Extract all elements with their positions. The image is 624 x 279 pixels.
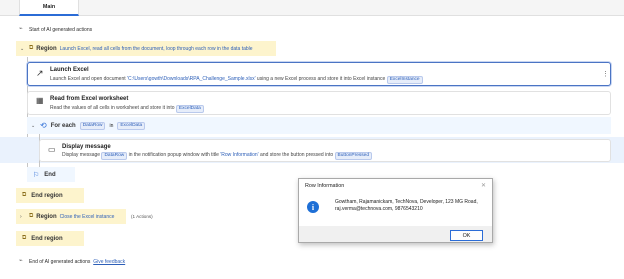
- variable-chip[interactable]: ButtonPressed: [334, 152, 373, 160]
- end-region-label: End region: [31, 235, 63, 242]
- action-launch-excel[interactable]: ↗ Launch Excel Launch Excel and open doc…: [27, 62, 611, 86]
- desc-text: and store the button pressed into: [258, 152, 335, 158]
- action-count: (1 Actions): [131, 214, 153, 219]
- end-region[interactable]: ⧉ End region: [16, 231, 84, 246]
- region-icon: ⧉: [22, 235, 27, 241]
- comment-icon: ⌁: [19, 258, 23, 264]
- tab-main[interactable]: Main: [19, 0, 79, 16]
- loop-icon: ⟲: [40, 121, 47, 130]
- action-description: Display message DataRow in the notificat…: [62, 152, 373, 160]
- end-region-label: End region: [31, 192, 63, 199]
- arrow-up-right-icon: ↗: [36, 68, 44, 78]
- variable-chip[interactable]: ExcelData: [175, 105, 204, 113]
- dialog-body: i Gowtham, Rajamanickam, TechNova, Devel…: [299, 193, 492, 226]
- action-read-excel[interactable]: ▦ Read from Excel worksheet Read the val…: [27, 91, 611, 115]
- end-loop[interactable]: ⚐ End: [27, 167, 75, 182]
- desc-text: Display message: [62, 152, 102, 158]
- region-close-excel[interactable]: › ⧉ Region Close the Excel instance: [16, 209, 126, 224]
- info-icon: i: [307, 201, 319, 213]
- region-icon: ⧉: [22, 192, 27, 198]
- ok-button[interactable]: OK: [450, 230, 483, 241]
- comment-icon: ⌁: [19, 26, 23, 32]
- region-description: Launch Excel, read all cells from the do…: [59, 45, 253, 52]
- variable-chip[interactable]: ExcelData: [117, 121, 146, 130]
- variable-chip[interactable]: DataRow: [101, 152, 128, 160]
- dialog-title: Row Information: [305, 183, 345, 189]
- desc-text: using a new Excel process and store it i…: [255, 76, 387, 82]
- chevron-down-icon[interactable]: ⌄: [20, 46, 26, 52]
- start-comment-text: Start of AI generated actions: [29, 27, 93, 33]
- chevron-down-icon[interactable]: ⌄: [31, 123, 36, 129]
- action-title: Read from Excel worksheet: [50, 96, 129, 102]
- desc-text: Read the values of all cells in workshee…: [50, 105, 176, 111]
- file-path: 'C:\Users\gowth\Downloads\RPA_Challenge_…: [127, 76, 256, 82]
- close-icon[interactable]: ✕: [481, 182, 486, 189]
- loop-keyword: For each: [50, 122, 76, 129]
- end-comment-label: End of AI generated actions: [29, 259, 91, 265]
- end-region[interactable]: ⧉ End region: [16, 188, 84, 203]
- in-label: in: [109, 122, 114, 129]
- region-icon: ⧉: [29, 213, 34, 219]
- region-launch-excel[interactable]: ⌄ ⧉ Region Launch Excel, read all cells …: [16, 41, 276, 56]
- end-label: End: [44, 171, 56, 178]
- region-description: Close the Excel instance: [59, 213, 115, 220]
- message-dialog: Row Information ✕ i Gowtham, Rajamanicka…: [298, 178, 493, 243]
- dialog-message: Gowtham, Rajamanickam, TechNova, Develop…: [335, 199, 478, 212]
- message-icon: ▭: [48, 145, 56, 154]
- action-description: Launch Excel and open document 'C:\Users…: [50, 76, 423, 84]
- end-comment-text: End of AI generated actions Give feedbac…: [29, 259, 125, 265]
- give-feedback-link[interactable]: Give feedback: [93, 259, 125, 265]
- title-value: 'Row Information': [220, 152, 259, 158]
- for-each-loop[interactable]: ⌄ ⟲ For each DataRow in ExcelData: [27, 117, 611, 134]
- tab-bar: Main: [0, 0, 624, 16]
- chevron-right-icon[interactable]: ›: [20, 214, 26, 220]
- action-title: Launch Excel: [50, 67, 89, 73]
- action-title: Display message: [62, 144, 111, 150]
- dialog-titlebar[interactable]: Row Information ✕: [299, 179, 492, 193]
- more-options-icon[interactable]: ⋮: [602, 70, 609, 78]
- region-icon: ⧉: [29, 45, 34, 51]
- desc-text: in the notification popup window with ti…: [127, 152, 221, 158]
- region-keyword: Region: [36, 213, 57, 220]
- flag-icon: ⚐: [33, 171, 40, 179]
- table-icon: ▦: [36, 96, 44, 105]
- region-keyword: Region: [36, 45, 57, 52]
- variable-chip[interactable]: ExcelInstance: [386, 76, 423, 84]
- action-description: Read the values of all cells in workshee…: [50, 105, 204, 113]
- action-display-message[interactable]: ▭ Display message Display message DataRo…: [39, 139, 611, 162]
- desc-text: Launch Excel and open document: [50, 76, 127, 82]
- variable-chip[interactable]: DataRow: [79, 121, 106, 130]
